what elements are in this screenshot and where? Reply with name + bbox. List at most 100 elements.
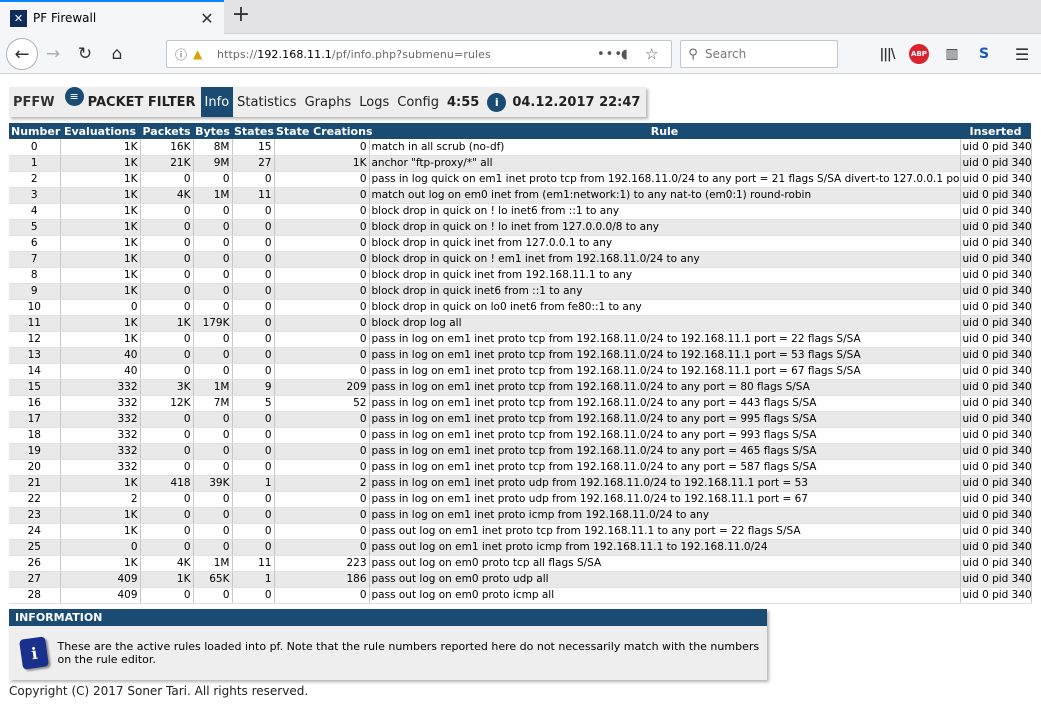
cell-packets: 0: [140, 411, 194, 428]
cell-evaluations: 1K: [60, 315, 141, 332]
table-row[interactable]: 12 1K 0 0 0 0 pass in log on em1 inet proto tc…: [9, 331, 1032, 348]
cell-rule: block drop in quick inet from 127.0.0.1 …: [369, 235, 961, 252]
url-bar[interactable]: ⓘ ▲ https://192.168.11.1/pf/info.php?sub…: [166, 40, 672, 68]
table-row[interactable]: 14 40 0 0 0 0 pass in log on em1 inet proto tc…: [9, 363, 1032, 380]
brand-label[interactable]: PFFW: [9, 87, 59, 117]
table-row[interactable]: 15 332 3K 1M 9 209 pass in log on em1 inet pro…: [9, 379, 1032, 396]
table-row[interactable]: 28 409 0 0 0 0 pass out log on em0 proto icmp …: [9, 587, 1032, 604]
cell-states: 0: [232, 539, 275, 556]
table-row[interactable]: 21 1K 418 39K 1 2 pass in log on em1 inet prot…: [9, 475, 1032, 492]
search-input[interactable]: ⚲ Search: [680, 40, 838, 68]
home-button[interactable]: ⌂: [105, 42, 129, 66]
table-row[interactable]: 1 1K 21K 9M 27 1K anchor "ftp-proxy/*" all uid …: [9, 155, 1032, 172]
cell-evaluations: 1K: [60, 523, 141, 540]
info-circle-icon[interactable]: i: [487, 92, 507, 112]
section-label[interactable]: PACKET FILTER: [88, 87, 201, 117]
cell-states: 11: [232, 555, 275, 572]
table-row[interactable]: 5 1K 0 0 0 0 block drop in quick on ! lo inet …: [9, 219, 1032, 236]
table-row[interactable]: 10 0 0 0 0 0 block drop in quick on lo0 inet6 …: [9, 299, 1032, 316]
cell-state-creations: 52: [274, 395, 370, 412]
warning-lock-icon[interactable]: ▲: [193, 47, 211, 61]
hamburger-menu-icon[interactable]: ☰: [1011, 44, 1033, 64]
table-row[interactable]: 17 332 0 0 0 0 pass in log on em1 inet proto t…: [9, 411, 1032, 428]
cell-bytes: 0: [193, 299, 233, 316]
sidebar-toggle-icon[interactable]: ▥: [941, 44, 963, 64]
cell-state-creations: 0: [274, 491, 370, 508]
col-header-bytes[interactable]: Bytes: [193, 123, 232, 139]
table-row[interactable]: 9 1K 0 0 0 0 block drop in quick inet6 from ::…: [9, 283, 1032, 300]
back-button[interactable]: ←: [6, 38, 38, 70]
table-row[interactable]: 8 1K 0 0 0 0 block drop in quick inet from 192…: [9, 267, 1032, 284]
table-row[interactable]: 23 1K 0 0 0 0 pass in log on em1 inet proto ic…: [9, 507, 1032, 524]
table-row[interactable]: 11 1K 1K 179K 0 0 block drop log all uid 0 pid …: [9, 315, 1032, 332]
table-row[interactable]: 27 409 1K 65K 1 186 pass out log on em0 proto …: [9, 571, 1032, 588]
table-row[interactable]: 22 2 0 0 0 0 pass in log on em1 inet proto udp…: [9, 491, 1032, 508]
reload-button[interactable]: ↻: [73, 42, 97, 66]
cell-bytes: 0: [193, 363, 233, 380]
table-row[interactable]: 0 1K 16K 8M 15 0 match in all scrub (no-df) uid…: [9, 139, 1032, 156]
cell-states: 0: [232, 411, 275, 428]
cell-states: 0: [232, 171, 275, 188]
table-row[interactable]: 6 1K 0 0 0 0 block drop in quick inet from 127…: [9, 235, 1032, 252]
cell-inserted: uid 0 pid 34062: [960, 203, 1032, 220]
table-row[interactable]: 25 0 0 0 0 0 pass out log on em1 inet proto ic…: [9, 539, 1032, 556]
cell-number: 8: [9, 267, 61, 284]
cell-rule: pass in log on em1 inet proto tcp from 1…: [369, 347, 961, 364]
menu-item-logs[interactable]: Logs: [355, 87, 393, 117]
table-row[interactable]: 2 1K 0 0 0 0 pass in log quick on em1 inet pro…: [9, 171, 1032, 188]
browser-tab[interactable]: ✕ PF Firewall ✕: [0, 0, 224, 34]
tab-title: PF Firewall: [33, 11, 97, 25]
pocket-icon[interactable]: ◖: [621, 47, 645, 62]
cell-state-creations: 223: [274, 555, 370, 572]
cell-packets: 0: [140, 235, 194, 252]
forward-button[interactable]: →: [41, 42, 65, 66]
bookmark-star-icon[interactable]: ☆: [645, 45, 671, 63]
extension-s-icon[interactable]: S: [973, 44, 995, 64]
cell-bytes: 0: [193, 507, 233, 524]
cell-states: 27: [232, 155, 275, 172]
url-text[interactable]: https://192.168.11.1/pf/info.php?submenu…: [217, 48, 597, 61]
table-row[interactable]: 4 1K 0 0 0 0 block drop in quick on ! lo inet6…: [9, 203, 1032, 220]
cell-state-creations: 0: [274, 411, 370, 428]
menu-item-statistics[interactable]: Statistics: [233, 87, 300, 117]
menu-item-info[interactable]: Info: [200, 87, 234, 117]
info-icon[interactable]: ⓘ: [175, 46, 193, 63]
table-row[interactable]: 3 1K 4K 1M 11 0 match out log on em0 inet from…: [9, 187, 1032, 204]
cell-bytes: 0: [193, 411, 233, 428]
cell-inserted: uid 0 pid 34062: [960, 347, 1032, 364]
cell-evaluations: 1K: [60, 155, 141, 172]
cell-state-creations: 0: [274, 347, 370, 364]
page-actions-icon[interactable]: •••: [597, 47, 622, 62]
table-row[interactable]: 16 332 12K 7M 5 52 pass in log on em1 inet pro…: [9, 395, 1032, 412]
menu-list-icon[interactable]: ≡: [64, 87, 84, 106]
table-row[interactable]: 24 1K 0 0 0 0 pass out log on em1 inet proto t…: [9, 523, 1032, 540]
col-header-rule[interactable]: Rule: [369, 123, 960, 139]
cell-state-creations: 1K: [274, 155, 370, 172]
new-tab-button[interactable]: +: [230, 4, 252, 28]
menu-item-config[interactable]: Config: [393, 87, 443, 117]
table-row[interactable]: 26 1K 4K 1M 11 223 pass out log on em0 proto t…: [9, 555, 1032, 572]
col-header-evaluations[interactable]: Evaluations: [60, 123, 140, 139]
table-row[interactable]: 18 332 0 0 0 0 pass in log on em1 inet proto t…: [9, 427, 1032, 444]
menu-item-graphs[interactable]: Graphs: [301, 87, 356, 117]
library-icon[interactable]: |||\: [876, 44, 898, 64]
col-header-states[interactable]: States: [232, 123, 274, 139]
cell-state-creations: 0: [274, 443, 370, 460]
table-row[interactable]: 20 332 0 0 0 0 pass in log on em1 inet proto t…: [9, 459, 1032, 476]
cell-number: 14: [9, 363, 61, 380]
cell-rule: pass in log on em1 inet proto tcp from 1…: [369, 411, 961, 428]
tab-close-icon[interactable]: ✕: [198, 9, 216, 28]
cell-rule: match in all scrub (no-df): [369, 139, 961, 156]
cell-inserted: uid 0 pid 34062: [960, 475, 1032, 492]
table-row[interactable]: 13 40 0 0 0 0 pass in log on em1 inet proto tc…: [9, 347, 1032, 364]
cell-states: 0: [232, 523, 275, 540]
col-header-number[interactable]: Number: [9, 123, 60, 139]
col-header-inserted[interactable]: Inserted: [960, 123, 1031, 139]
adblock-plus-icon[interactable]: ABP: [909, 44, 929, 64]
cell-evaluations: 332: [60, 411, 141, 428]
info-book-icon: i: [19, 636, 50, 670]
table-row[interactable]: 7 1K 0 0 0 0 block drop in quick on ! em1 inet…: [9, 251, 1032, 268]
col-header-state-creations[interactable]: State Creations: [274, 123, 373, 139]
col-header-packets[interactable]: Packets: [140, 123, 193, 139]
table-row[interactable]: 19 332 0 0 0 0 pass in log on em1 inet proto t…: [9, 443, 1032, 460]
